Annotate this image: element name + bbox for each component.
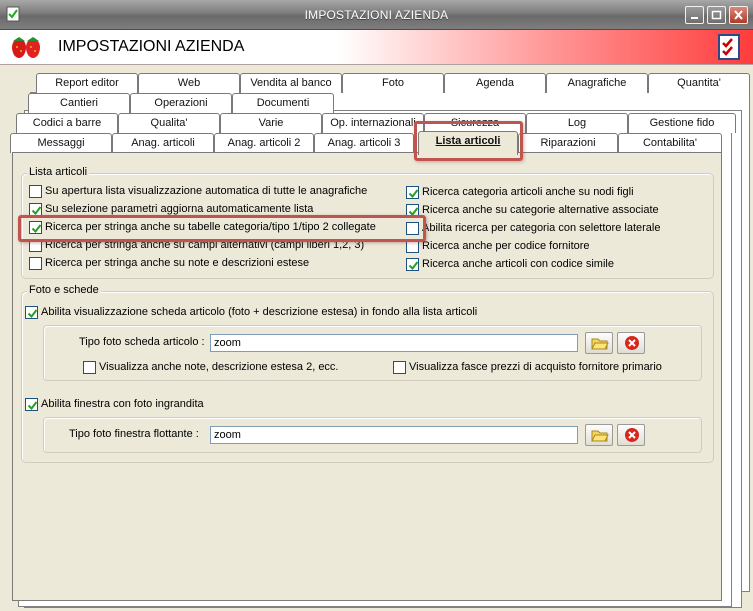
checkbox-box[interactable] [29,184,42,198]
checkbox-label: Ricerca anche per codice fornitore [422,240,590,252]
checkbox-selettore-laterale[interactable]: Abilita ricerca per categoria con selett… [406,220,660,236]
tab-anag-articoli-3[interactable]: Anag. articoli 3 [314,133,414,153]
clear-button[interactable] [617,332,645,354]
checkbox-box[interactable] [393,360,406,374]
tab-log[interactable]: Log [526,113,628,133]
checkbox-label: Visualizza fasce prezzi di acquisto forn… [409,361,662,373]
checkbox-abilita-scheda[interactable]: Abilita visualizzazione scheda articolo … [25,304,477,320]
tab-qualita[interactable]: Qualita' [118,113,220,133]
checkbox-visualizza-fasce[interactable]: Visualizza fasce prezzi di acquisto forn… [393,359,662,375]
delete-icon [625,336,639,350]
highlight-tabelle-checkbox [18,215,426,242]
folder-icon [591,430,609,442]
checkbox-box[interactable] [29,202,42,216]
tab-codici-a-barre[interactable]: Codici a barre [16,113,118,133]
highlight-active-tab [414,121,523,161]
checkbox-label: Ricerca anche su categorie alternative a… [422,204,659,216]
checkmark-icon [408,260,419,270]
checkbox-codice-fornitore[interactable]: Ricerca anche per codice fornitore [406,238,590,254]
tab-messaggi[interactable]: Messaggi [10,133,112,153]
tab-foto[interactable]: Foto [342,73,444,93]
title-bar: IMPOSTAZIONI AZIENDA [0,0,753,30]
tab-documenti[interactable]: Documenti [232,93,334,113]
lista-articoli-group-title: Lista articoli [27,166,90,178]
tab-vendita-al-banco[interactable]: Vendita al banco [240,73,342,93]
checkbox-box[interactable] [25,397,38,411]
folder-icon [591,338,609,350]
clear-button[interactable] [617,424,645,446]
minimize-icon [691,17,698,19]
header-title: IMPOSTAZIONI AZIENDA [58,38,245,55]
tab-anagrafiche[interactable]: Anagrafiche [546,73,648,93]
tab-web[interactable]: Web [138,73,240,93]
tipo-foto-scheda-input[interactable] [210,334,578,352]
checklist-icon [717,33,741,64]
checkbox-ricerca-note[interactable]: Ricerca per stringa anche su note e desc… [29,255,309,271]
browse-folder-button[interactable] [585,424,613,446]
browse-folder-button[interactable] [585,332,613,354]
tab-cantieri[interactable]: Cantieri [28,93,130,113]
tab-gestione-fido[interactable]: Gestione fido [628,113,736,133]
checkbox-label: Visualizza anche note, descrizione estes… [99,361,339,373]
close-button[interactable] [729,6,748,24]
window-title: IMPOSTAZIONI AZIENDA [304,8,449,22]
tab-anag-articoli[interactable]: Anag. articoli [112,133,214,153]
checkbox-label: Su selezione parametri aggiorna automati… [45,203,314,215]
strawberry-logo-icon [8,33,48,64]
tab-op-internazionali[interactable]: Op. internazionali [322,113,424,133]
close-icon [734,10,743,20]
checkbox-label: Ricerca anche articoli con codice simile [422,258,614,270]
tipo-foto-finestra-label: Tipo foto finestra flottante : [69,428,199,440]
tab-quantita[interactable]: Quantita' [648,73,750,93]
checkbox-label: Su apertura lista visualizzazione automa… [45,185,368,197]
checkbox-nodi-figli[interactable]: Ricerca categoria articoli anche su nodi… [406,184,634,200]
checkmark-icon [408,188,419,198]
checkbox-label: Abilita visualizzazione scheda articolo … [41,306,478,318]
checkmark-icon [27,400,38,410]
checkbox-label: Abilita finestra con foto ingrandita [41,398,204,410]
checkbox-visualizza-note[interactable]: Visualizza anche note, descrizione estes… [83,359,339,375]
checkbox-box[interactable] [29,256,42,270]
tab-report-editor[interactable]: Report editor [36,73,138,93]
tab-agenda[interactable]: Agenda [444,73,546,93]
checkmark-icon [31,205,42,215]
checkbox-box[interactable] [25,305,38,319]
minimize-button[interactable] [685,6,704,24]
header-banner: IMPOSTAZIONI AZIENDA [0,30,753,65]
checkbox-codice-simile[interactable]: Ricerca anche articoli con codice simile [406,256,614,272]
checkbox-label: Ricerca per stringa anche su note e desc… [45,257,310,269]
checkbox-label: Ricerca categoria articoli anche su nodi… [422,186,634,198]
checkmark-icon [27,308,38,318]
tab-varie[interactable]: Varie [220,113,322,133]
maximize-icon [711,10,722,20]
checkbox-apertura-lista[interactable]: Su apertura lista visualizzazione automa… [29,183,367,199]
tab-operazioni[interactable]: Operazioni [130,93,232,113]
tipo-foto-finestra-input[interactable] [210,426,578,444]
foto-schede-group-title: Foto e schede [27,284,101,296]
checkbox-box[interactable] [406,185,419,199]
delete-icon [625,428,639,442]
checkbox-box[interactable] [83,360,96,374]
checkbox-categorie-alternative[interactable]: Ricerca anche su categorie alternative a… [406,202,659,218]
checkbox-box[interactable] [406,257,419,271]
tab-contabilita[interactable]: Contabilita' [618,133,722,153]
checkbox-abilita-finestra[interactable]: Abilita finestra con foto ingrandita [25,396,204,412]
checkbox-label: Abilita ricerca per categoria con selett… [422,222,661,234]
tab-riparazioni[interactable]: Riparazioni [518,133,618,153]
tipo-foto-scheda-label: Tipo foto scheda articolo : [79,336,205,348]
tab-anag-articoli-2[interactable]: Anag. articoli 2 [214,133,314,153]
maximize-button[interactable] [707,6,726,24]
